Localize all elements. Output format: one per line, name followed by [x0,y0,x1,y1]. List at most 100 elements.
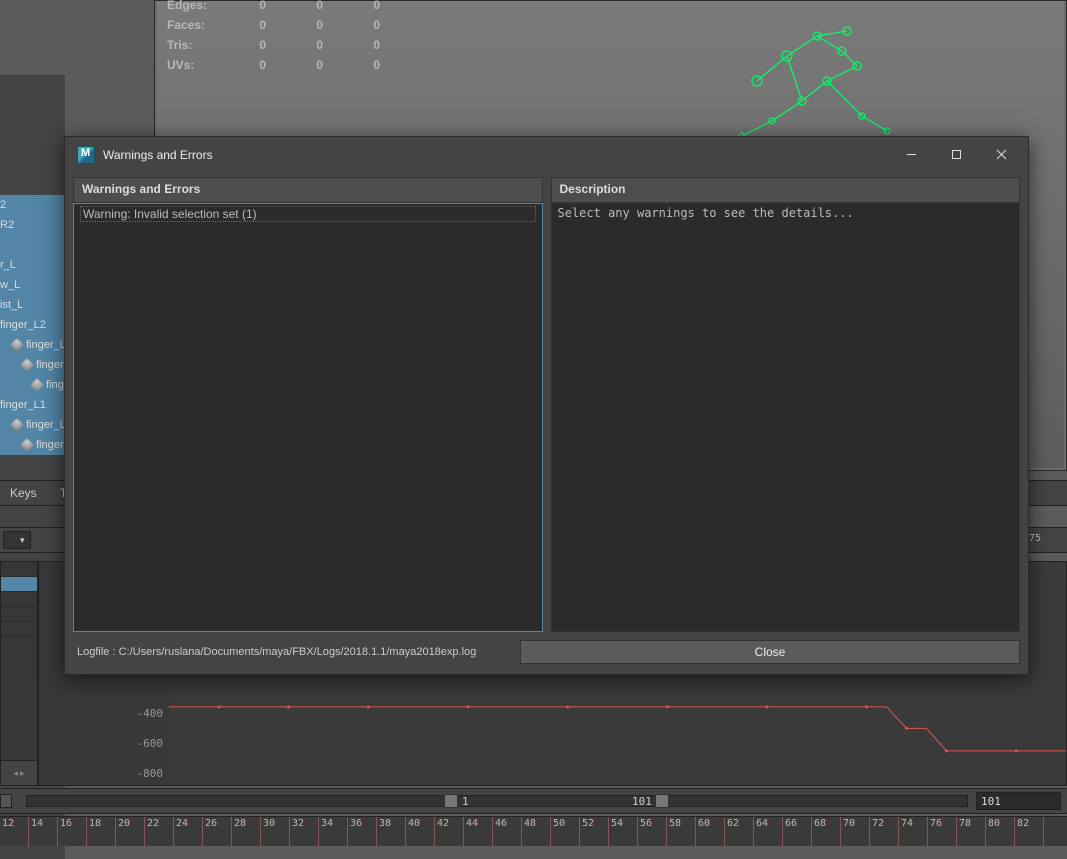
stat-label: Edges: [167,0,227,14]
outliner-item[interactable]: finger_L1 [0,395,65,415]
timeline-tick[interactable]: 42 [435,817,464,847]
timeline-tick[interactable]: 40 [406,817,435,847]
stat-value: 0 [229,56,284,74]
stat-value: 0 [286,0,341,14]
tick-label: 76 [930,818,942,829]
tick-label: 42 [437,818,449,829]
stat-value: 0 [286,56,341,74]
outliner-item[interactable]: finger_L [0,355,65,375]
timeline-tick[interactable]: 14 [29,817,58,847]
timeline-tick[interactable]: 68 [812,817,841,847]
timeline-tick[interactable]: 24 [174,817,203,847]
minimize-button[interactable] [889,140,934,170]
warnings-list[interactable]: Warning: Invalid selection set (1) [73,203,543,632]
tick-label: 40 [408,818,420,829]
tick-label: 30 [263,818,275,829]
timeline-tick[interactable]: 30 [261,817,290,847]
tick-label: 48 [524,818,536,829]
stat-label: Tris: [167,36,227,54]
timeline-tick[interactable]: 72 [870,817,899,847]
stat-value: 0 [229,0,284,14]
maximize-button[interactable] [934,140,979,170]
timeline-tick[interactable]: 20 [116,817,145,847]
description-text: Select any warnings to see the details..… [551,203,1021,632]
timeline-tick[interactable]: 48 [522,817,551,847]
close-button[interactable]: Close [520,640,1020,664]
timeline-tick[interactable]: 38 [377,817,406,847]
tick-label: 70 [843,818,855,829]
stat-value: 0 [343,16,398,34]
outliner-item[interactable] [0,235,65,255]
outliner-item[interactable]: finger [0,375,65,395]
warnings-list-panel: Warnings and Errors Warning: Invalid sel… [73,177,543,632]
outliner-item[interactable]: 2 [0,195,65,215]
timeline-tick[interactable]: 62 [725,817,754,847]
outliner-item[interactable]: r_L [0,255,65,275]
timeline-tick[interactable]: 64 [754,817,783,847]
channel-selected[interactable] [1,577,37,592]
logfile-path: Logfile : C:/Users/ruslana/Documents/may… [73,646,512,658]
timeline-tick[interactable]: 54 [609,817,638,847]
timeline-tick[interactable]: 52 [580,817,609,847]
stat-value: 0 [286,36,341,54]
timeline-tick[interactable]: 56 [638,817,667,847]
timeline-tick[interactable]: 32 [290,817,319,847]
timeline-tick[interactable]: 50 [551,817,580,847]
joint-icon [20,358,34,372]
timeline-tick[interactable]: 22 [145,817,174,847]
timeline-tick[interactable]: 80 [986,817,1015,847]
range-lock-button[interactable] [0,794,12,808]
outliner-item[interactable]: ist_L [0,295,65,315]
timeline-tick[interactable]: 60 [696,817,725,847]
joint-icon [10,418,24,432]
outliner-item[interactable]: w_L [0,275,65,295]
outliner-item[interactable]: R2 [0,215,65,235]
range-end-field[interactable] [976,792,1061,810]
timeline-tick[interactable]: 34 [319,817,348,847]
stat-value: 0 [229,36,284,54]
next-key-icon[interactable]: ▸ [20,768,25,779]
timeline-tick[interactable]: 16 [58,817,87,847]
outliner-item[interactable]: finger_L [0,435,65,455]
tick-label: 34 [321,818,333,829]
timeline-tick[interactable]: 44 [464,817,493,847]
timeline-tick[interactable]: 26 [203,817,232,847]
warning-item[interactable]: Warning: Invalid selection set (1) [80,206,536,222]
filter-dropdown[interactable] [3,531,31,549]
timeline-tick[interactable]: 76 [928,817,957,847]
timeline-tick[interactable]: 18 [87,817,116,847]
channel-list[interactable] [0,561,38,761]
tick-label: 80 [988,818,1000,829]
time-slider[interactable]: 121416182022 24262830 3234 363840 42 444648 50… [0,816,1067,846]
tick-label: 50 [553,818,565,829]
tick-label: 72 [872,818,884,829]
timeline-tick[interactable]: 66 [783,817,812,847]
timeline-tick[interactable]: 28 [232,817,261,847]
menu-keys[interactable]: Keys [0,481,47,505]
range-end-handle[interactable] [655,794,669,808]
timeline-tick[interactable]: 12 [0,817,29,847]
playback-controls[interactable]: ◂ ▸ [0,760,38,786]
timeline-tick[interactable]: 58 [667,817,696,847]
timeline-tick[interactable]: 82 [1015,817,1044,847]
timeline-tick[interactable]: 70 [841,817,870,847]
range-start-handle[interactable] [444,794,458,808]
tick-label: 74 [901,818,913,829]
prev-key-icon[interactable]: ◂ [13,768,18,779]
timeline-tick[interactable]: 78 [957,817,986,847]
tick-label: 64 [756,818,768,829]
outliner-item[interactable]: finger_L21 [0,335,65,355]
joint-icon [30,378,44,392]
maya-app-icon [77,146,95,164]
timeline-tick[interactable]: 36 [348,817,377,847]
close-window-button[interactable] [979,140,1024,170]
timeline-tick[interactable]: 46 [493,817,522,847]
outliner-item[interactable]: finger_L2 [0,315,65,335]
range-slider[interactable]: 1 101 [26,795,968,807]
tick-label: 22 [147,818,159,829]
outliner-item[interactable]: finger_L11 [0,415,65,435]
dialog-titlebar[interactable]: Warnings and Errors [65,137,1028,172]
timeline-tick[interactable]: 74 [899,817,928,847]
warnings-errors-dialog: Warnings and Errors Warnings and Errors … [64,136,1029,675]
tick-label: 54 [611,818,623,829]
